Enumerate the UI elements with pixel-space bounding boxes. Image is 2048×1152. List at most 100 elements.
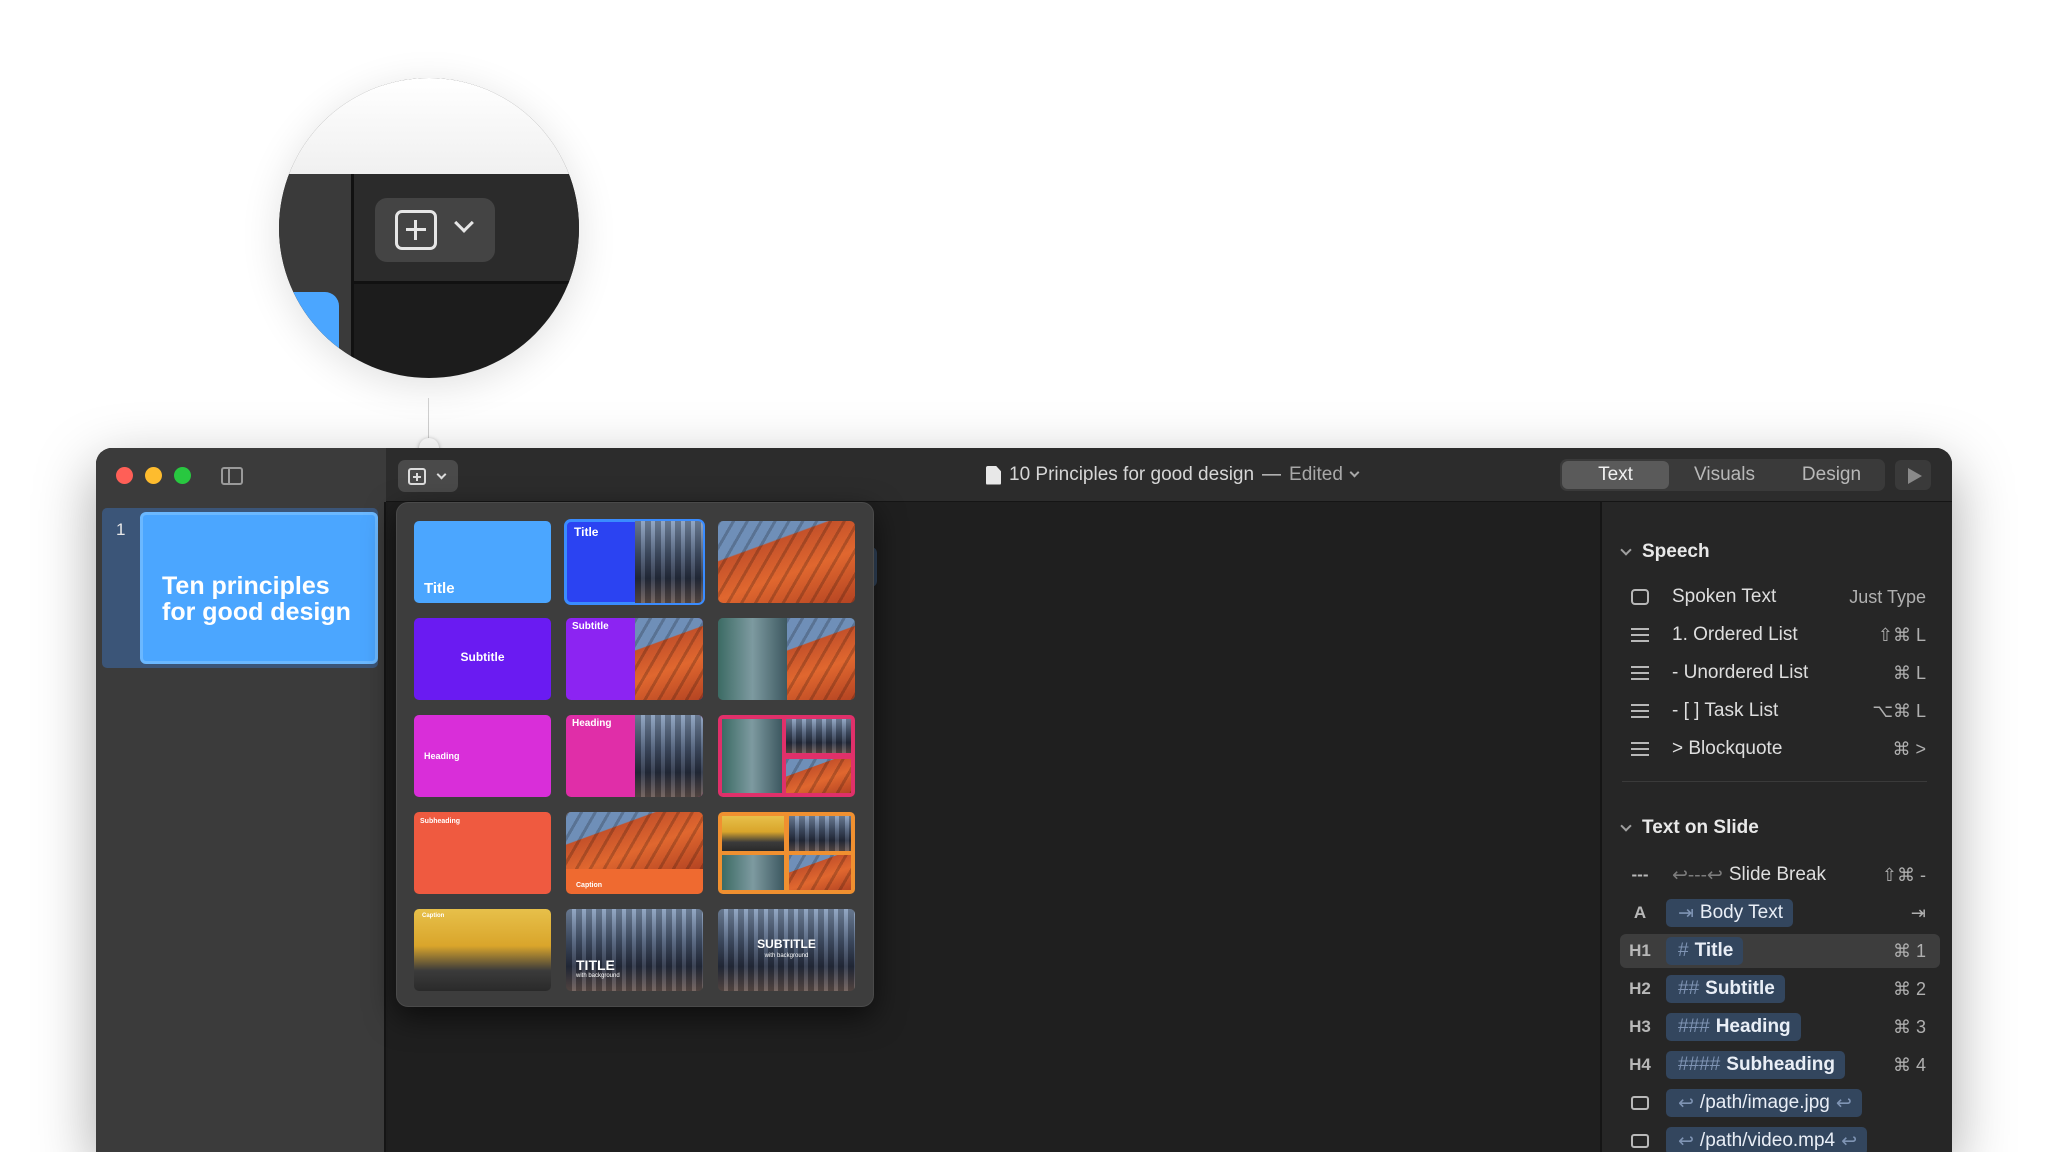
template-image <box>722 855 784 890</box>
slide-item-video[interactable]: ↩ /path/video.mp4 ↩ <box>1620 1124 1940 1152</box>
chevron-down-icon <box>454 213 474 233</box>
markdown-prefix: ## <box>1678 978 1700 999</box>
item-shortcut: ⌥⌘ L <box>1872 700 1926 721</box>
template-heading[interactable]: Heading <box>414 715 551 797</box>
body-text-icon: A <box>1633 903 1647 922</box>
item-text: Body Text <box>1699 902 1784 923</box>
slide-item-heading[interactable]: H3 ### Heading ⌘ 3 <box>1620 1010 1940 1044</box>
template-label: Heading <box>572 718 612 729</box>
speech-item-task-list[interactable]: - [ ] Task List ⌥⌘ L <box>1620 694 1940 728</box>
template-two-images[interactable] <box>718 618 855 700</box>
speech-item-blockquote[interactable]: > Blockquote ⌘ > <box>1620 732 1940 766</box>
template-label: Heading <box>424 751 460 761</box>
item-shortcut: ⌘ 3 <box>1892 1016 1926 1037</box>
template-heading-split-image[interactable]: Heading <box>566 715 703 797</box>
section-speech-header[interactable]: Speech <box>1620 540 1710 564</box>
markdown-chip: ### Heading <box>1666 1013 1801 1041</box>
section-text-on-slide-header[interactable]: Text on Slide <box>1620 816 1759 840</box>
minimize-window-button[interactable] <box>145 467 162 484</box>
template-sublabel: with background <box>764 953 809 959</box>
close-window-button[interactable] <box>116 467 133 484</box>
ordered-list-icon <box>1628 628 1652 642</box>
text-inspector: Speech Spoken Text Just Type 1. Ordered … <box>1600 502 1952 1152</box>
chevron-down-icon <box>436 469 447 480</box>
template-image <box>634 715 703 797</box>
template-collage-three[interactable] <box>718 715 855 797</box>
markdown-chip: # Title <box>1666 937 1744 965</box>
template-image <box>786 759 851 793</box>
template-subtitle[interactable]: Subtitle <box>414 618 551 700</box>
tab-design[interactable]: Design <box>1778 459 1885 491</box>
template-image-caption[interactable]: Caption <box>566 812 703 894</box>
section-title: Speech <box>1642 541 1710 562</box>
document-title[interactable]: 10 Principles for good design — Edited <box>986 463 1360 487</box>
markdown-prefix: # <box>1678 940 1689 961</box>
markdown-chip: ↩ /path/video.mp4 ↩ <box>1666 1127 1868 1152</box>
item-label: # Title <box>1666 937 1893 965</box>
titlebar: 10 Principles for good design — Edited T… <box>96 448 1952 502</box>
add-icon <box>395 210 437 250</box>
markdown-prefix: ⇥ <box>1678 902 1694 924</box>
markdown-chip: ↩ /path/image.jpg ↩ <box>1666 1089 1862 1117</box>
slide-item-slide-break[interactable]: --- ↩---↩ Slide Break ⇧⌘ - <box>1620 858 1940 892</box>
magnifier-callout <box>279 78 579 378</box>
item-shortcut: ⇧⌘ L <box>1877 624 1926 645</box>
zoom-window-button[interactable] <box>174 467 191 484</box>
slide-item-title[interactable]: H1 # Title ⌘ 1 <box>1620 934 1940 968</box>
slide-item-subtitle[interactable]: H2 ## Subtitle ⌘ 2 <box>1620 972 1940 1006</box>
template-subtitle-with-background[interactable]: SUBTITLE with background <box>718 909 855 991</box>
section-divider <box>1622 781 1927 782</box>
add-slide-button[interactable] <box>398 460 458 492</box>
chevron-down-icon <box>1620 543 1632 556</box>
markdown-suffix: ↩ <box>1841 1130 1858 1152</box>
play-button[interactable] <box>1895 460 1931 490</box>
speech-item-spoken-text[interactable]: Spoken Text Just Type <box>1620 580 1940 614</box>
speech-item-unordered-list[interactable]: - Unordered List ⌘ L <box>1620 656 1940 690</box>
document-name: 10 Principles for good design <box>1009 464 1255 485</box>
template-title-split-image[interactable]: Title <box>564 519 705 605</box>
markdown-chip: ## Subtitle <box>1666 975 1785 1003</box>
item-label: - [ ] Task List <box>1672 700 1779 721</box>
chevron-down-icon <box>1620 819 1632 832</box>
video-icon <box>1628 1134 1652 1148</box>
template-subheading[interactable]: Subheading <box>414 812 551 894</box>
tab-text[interactable]: Text <box>1562 461 1669 489</box>
template-full-image[interactable] <box>718 521 855 603</box>
template-image <box>634 521 703 603</box>
template-image <box>789 855 851 890</box>
item-label: #### Subheading <box>1666 1051 1893 1079</box>
markdown-prefix: #### <box>1678 1054 1721 1075</box>
template-collage-four[interactable] <box>718 812 855 894</box>
item-label: - Unordered List <box>1672 662 1809 683</box>
slide-item-image[interactable]: ↩ /path/image.jpg ↩ <box>1620 1086 1940 1120</box>
heading-4-icon: H4 <box>1629 1055 1651 1074</box>
template-image <box>634 618 703 700</box>
slide-thumbnail[interactable]: Ten principles for good design <box>140 512 378 664</box>
tab-visuals[interactable]: Visuals <box>1671 459 1778 491</box>
item-label: > Blockquote <box>1672 738 1783 759</box>
item-label: ⇥ Body Text <box>1666 899 1911 927</box>
slide-item-body-text[interactable]: A ⇥ Body Text ⇥ <box>1620 896 1940 930</box>
item-shortcut: ⌘ > <box>1892 738 1926 759</box>
template-label: Subtitle <box>460 650 505 664</box>
item-text: Title <box>1694 940 1734 961</box>
template-title-with-background[interactable]: TITLE with background <box>566 909 703 991</box>
heading-1-icon: H1 <box>1629 941 1651 960</box>
heading-3-icon: H3 <box>1629 1017 1651 1036</box>
template-image <box>722 816 784 851</box>
template-image <box>789 816 851 851</box>
blockquote-icon <box>1628 742 1652 756</box>
task-list-icon <box>1628 704 1652 718</box>
template-image <box>786 719 851 753</box>
slide-row-1[interactable]: 1 Ten principles for good design <box>102 508 378 668</box>
template-photo-caption[interactable]: Caption <box>414 909 551 991</box>
speech-item-ordered-list[interactable]: 1. Ordered List ⇧⌘ L <box>1620 618 1940 652</box>
template-image <box>786 618 855 700</box>
sidebar-toggle-icon[interactable] <box>221 467 243 485</box>
template-title[interactable]: Title <box>414 521 551 603</box>
template-label: Title <box>574 525 599 539</box>
template-label: Caption <box>576 882 603 889</box>
slide-item-subheading[interactable]: H4 #### Subheading ⌘ 4 <box>1620 1048 1940 1082</box>
magnified-add-slide-button <box>375 198 495 262</box>
template-subtitle-split-image[interactable]: Subtitle <box>566 618 703 700</box>
